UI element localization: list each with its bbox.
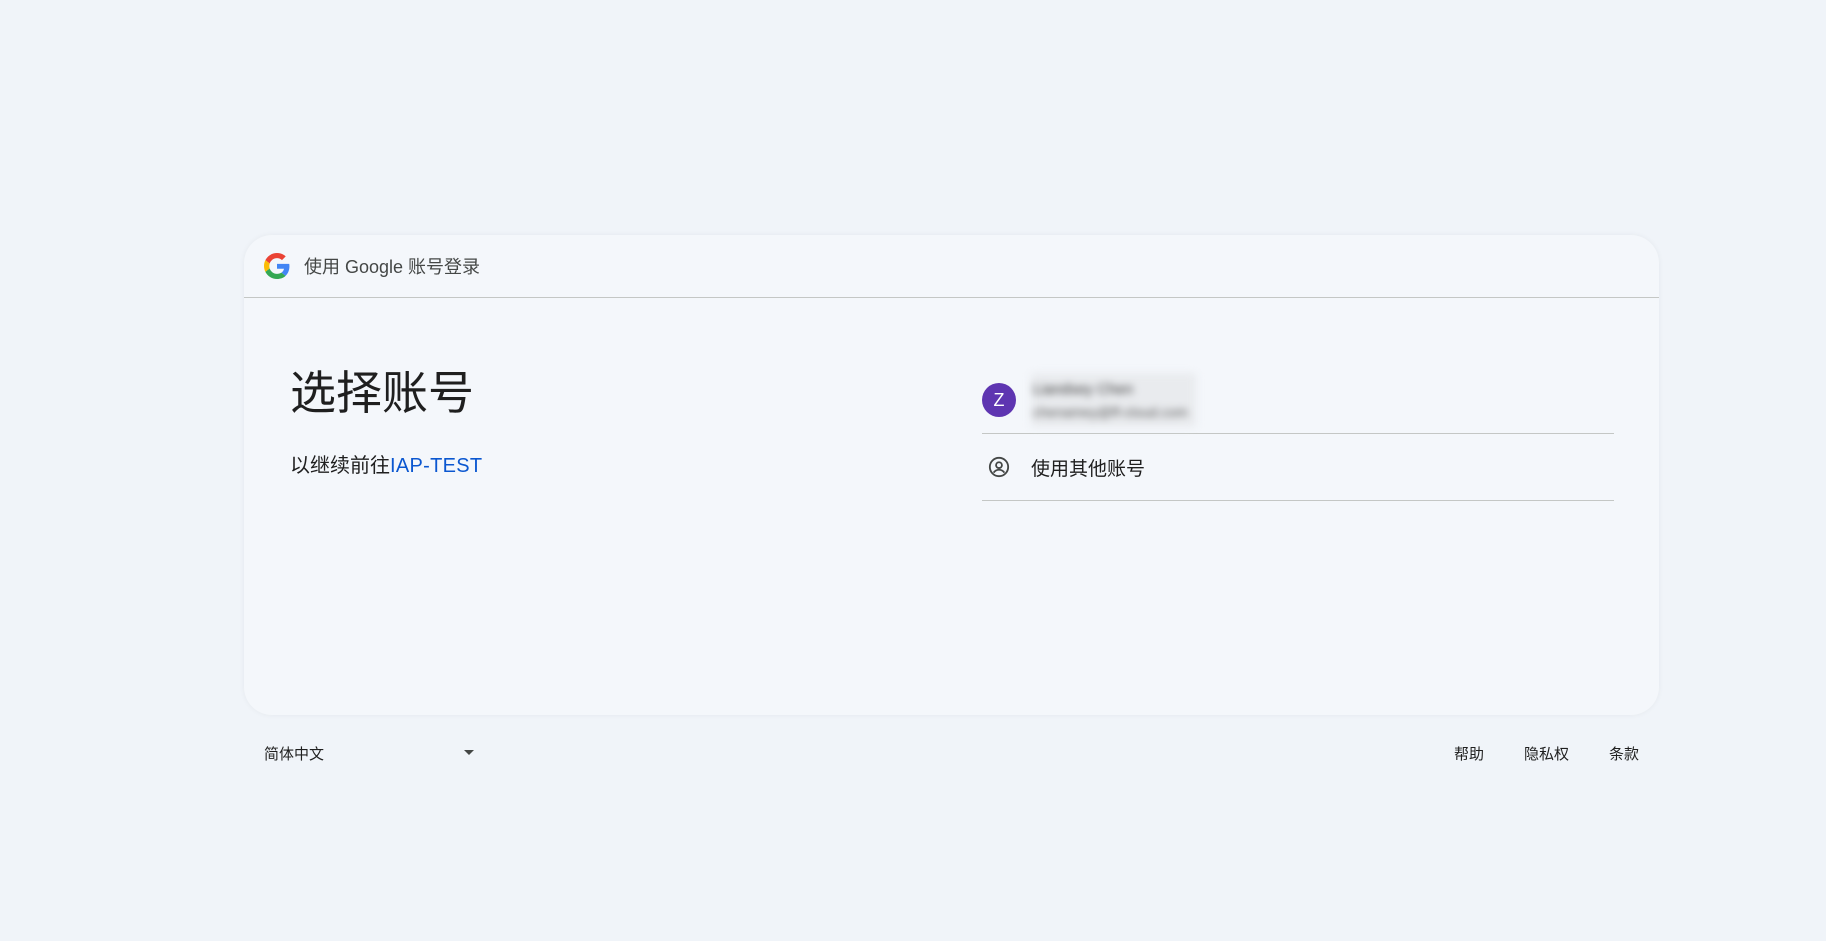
page-title: 选择账号 [290, 367, 474, 419]
sign-in-card: 使用 Google 账号登录 选择账号 以继续前往IAP-TEST Z Lian… [244, 235, 1659, 715]
account-item[interactable]: Z Liandsey Chen chenamey@ff-cloud.com [982, 367, 1614, 434]
card-header: 使用 Google 账号登录 [244, 235, 1659, 298]
page: 使用 Google 账号登录 选择账号 以继续前往IAP-TEST Z Lian… [0, 0, 1826, 941]
header-title: 使用 Google 账号登录 [304, 257, 481, 277]
avatar: Z [982, 383, 1016, 417]
footer-links: 帮助 隐私权 条款 [1414, 735, 1639, 771]
language-select[interactable]: 简体中文 [264, 735, 474, 771]
app-name-link[interactable]: IAP-TEST [390, 455, 482, 477]
google-logo-icon [264, 253, 290, 279]
account-info: Liandsey Chen chenamey@ff-cloud.com [1031, 373, 1196, 427]
use-other-account-label: 使用其他账号 [1031, 458, 1146, 480]
subtitle-prefix: 以继续前往 [290, 455, 390, 477]
left-column: 选择账号 以继续前往IAP-TEST [290, 365, 482, 478]
privacy-link[interactable]: 隐私权 [1524, 743, 1569, 764]
subtitle: 以继续前往IAP-TEST [290, 449, 482, 478]
terms-link[interactable]: 条款 [1609, 743, 1639, 764]
footer: 简体中文 帮助 隐私权 条款 [244, 735, 1659, 771]
account-email: chenamey@ff-cloud.com [1033, 404, 1188, 420]
use-other-account-button[interactable]: 使用其他账号 [982, 434, 1614, 501]
dropdown-caret-icon [464, 750, 474, 755]
account-circle-icon [982, 450, 1016, 484]
account-list: Z Liandsey Chen chenamey@ff-cloud.com 使用… [982, 367, 1614, 501]
help-link[interactable]: 帮助 [1454, 743, 1484, 764]
language-selected: 简体中文 [264, 745, 325, 763]
account-name: Liandsey Chen [1033, 381, 1134, 398]
